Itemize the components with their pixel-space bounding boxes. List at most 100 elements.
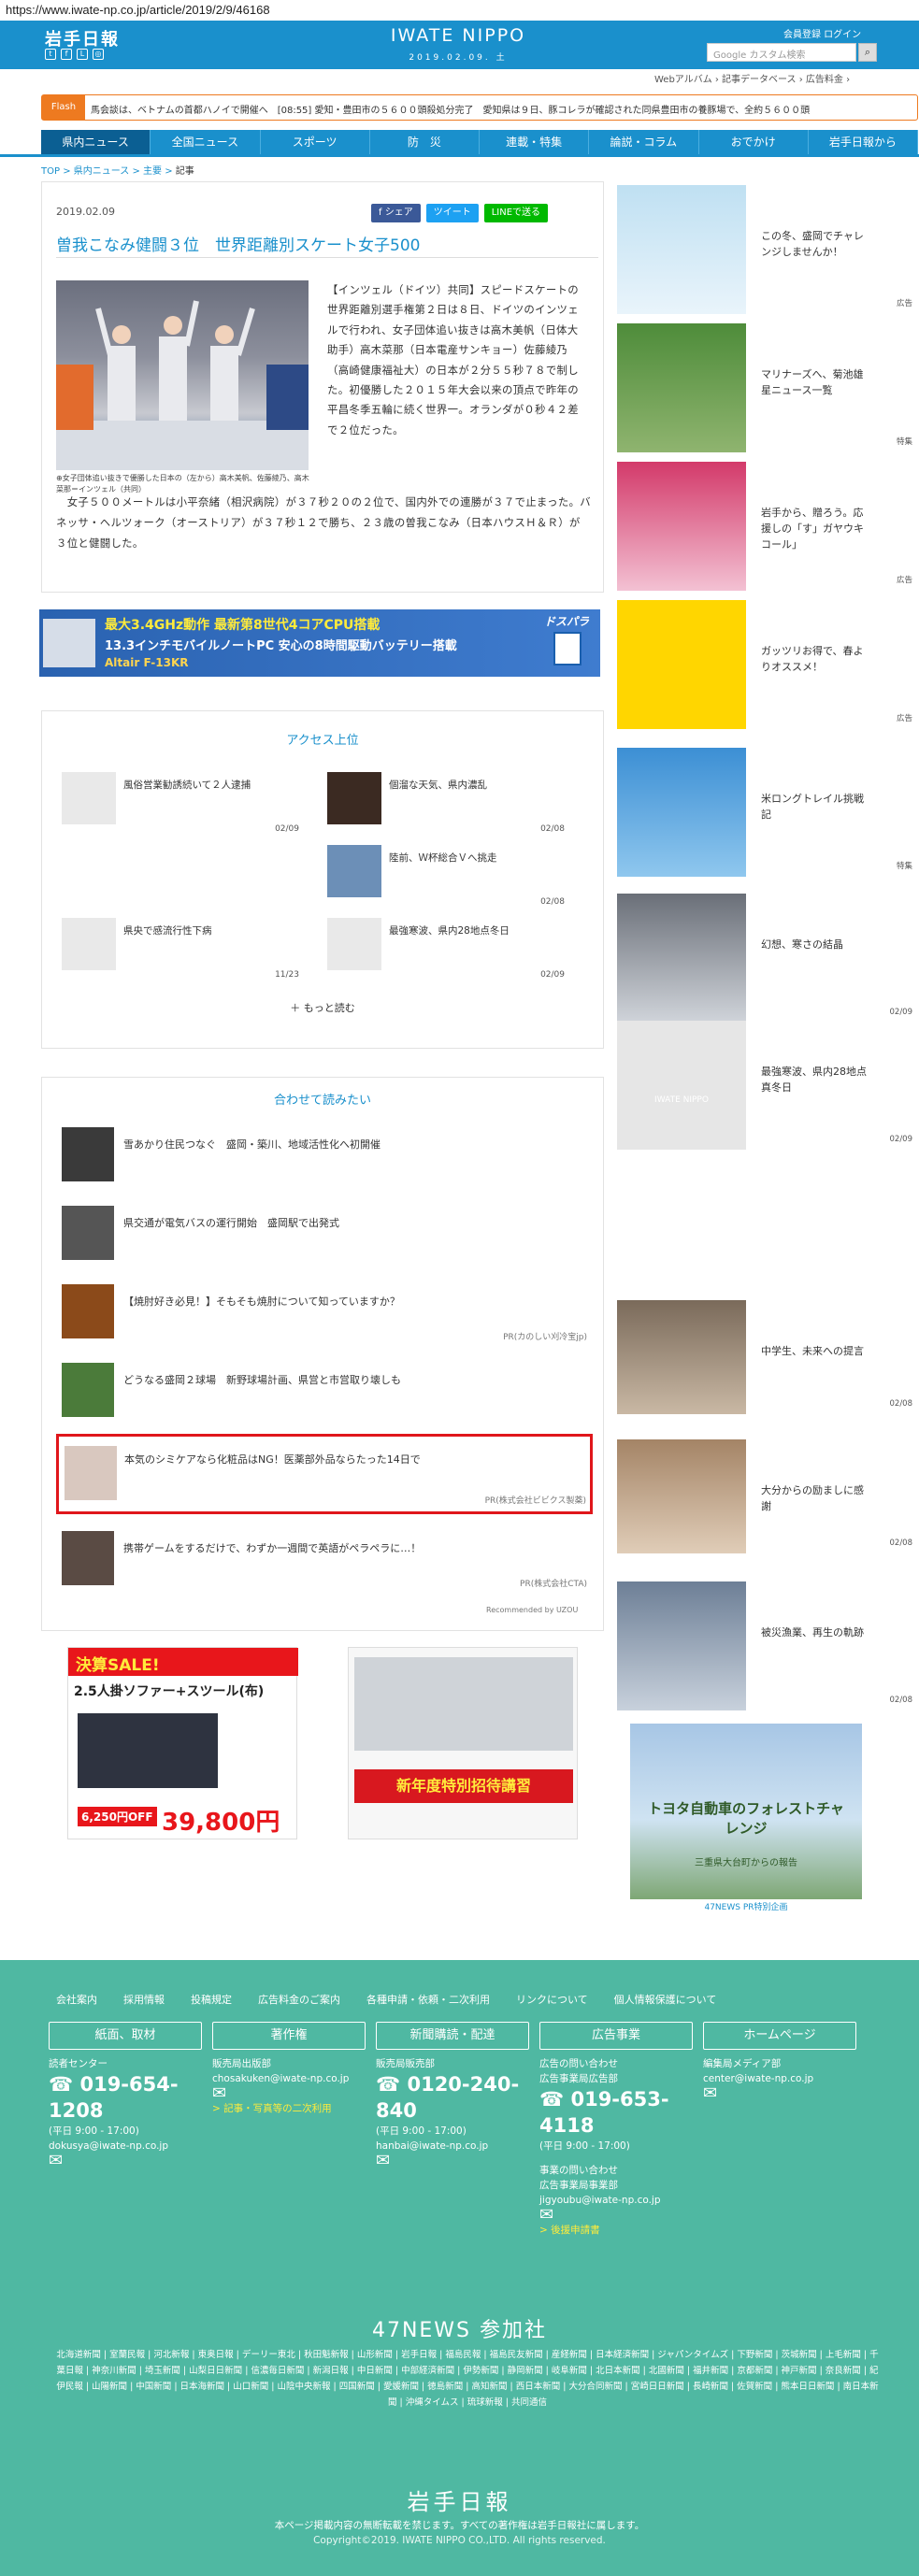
contact-mail[interactable]: jigyoubu@iwate-np.co.jp — [539, 2193, 708, 2208]
related-item-highlighted[interactable]: 本気のシミケアなら化粧品はNG！医薬部外品ならたった14日で PR(株式会社ビビク… — [56, 1434, 593, 1514]
more-link[interactable]: ＋ もっと読む — [41, 1000, 604, 1015]
line-share-button[interactable]: LINEで送る — [483, 204, 549, 222]
nav-item[interactable]: 連載・特集 — [480, 130, 590, 154]
sofa-ad[interactable]: 決算SALE! 2.5人掛ソファー+スツール(布) 6,250円OFF 39,8… — [67, 1647, 298, 1839]
sidebar-item[interactable]: 中学生、未来への提言 02/08 — [617, 1300, 918, 1414]
footer-link[interactable]: 投稿規定 — [191, 1992, 232, 2007]
member-links[interactable]: 会員登録 ログイン — [783, 26, 861, 40]
forest-title: トヨタ自動車のフォレストチャレンジ — [648, 1800, 844, 1837]
phone-number[interactable]: ☎ 0120-240-840 — [376, 2071, 544, 2124]
facebook-icon[interactable]: f — [61, 49, 72, 60]
footer-link[interactable]: リンクについて — [516, 1992, 588, 2007]
contact-mail[interactable]: center@iwate-np.co.jp — [703, 2071, 871, 2086]
contact-mail[interactable]: chosakuken@iwate-np.co.jp — [212, 2071, 381, 2086]
contact-mail[interactable]: dokusya@iwate-np.co.jp — [49, 2139, 217, 2154]
site-logo[interactable]: 岩手日報 — [45, 26, 120, 50]
sidebar-item[interactable]: 米ロングトレイル挑戦記 特集 — [617, 748, 918, 877]
contact-media: 編集局メディア部 center@iwate-np.co.jp ✉ — [703, 2056, 871, 2102]
phone-number[interactable]: ☎ 019-654-1208 — [49, 2071, 217, 2124]
contact-label: 販売局出版部 — [212, 2058, 271, 2069]
sidebar-item[interactable]: 幻想、寒さの結晶 02/09 — [617, 894, 918, 1023]
ranking-item[interactable]: 風俗営業勧誘続いて２人逮捕 02/09 — [62, 772, 303, 837]
sidebar-image — [617, 1439, 746, 1553]
mail-icon[interactable]: ✉ — [539, 2207, 708, 2224]
mail-icon[interactable]: ✉ — [212, 2085, 381, 2102]
related-thumb — [62, 1206, 114, 1260]
related-item[interactable]: 【焼肘好き必見！】そもそも焼肘について知っていますか？ PR(カのしい刈冷宝jp) — [62, 1281, 591, 1348]
facebook-share-button[interactable]: f シェア — [371, 204, 421, 222]
sidebar-item[interactable]: 被災漁業、再生の軌跡 02/08 — [617, 1581, 918, 1710]
footer-section-button[interactable]: 新聞購読・配達 — [376, 2022, 529, 2050]
nav-item[interactable]: 論説・コラム — [589, 130, 699, 154]
nav-item[interactable]: 全国ニュース — [151, 130, 261, 154]
mail-icon[interactable]: ✉ — [49, 2153, 217, 2169]
sidebar-item[interactable]: 大分からの励ましに感謝 02/08 — [617, 1439, 918, 1553]
sale-label: 決算SALE! — [68, 1648, 298, 1676]
related-item[interactable]: 雪あかり住民つなぐ 盛岡・築川、地域活性化へ初開催 — [62, 1123, 591, 1191]
instagram-icon[interactable]: ◎ — [93, 49, 104, 60]
sofa-label: 2.5人掛ソファー+スツール(布) — [74, 1684, 265, 1699]
flash-ticker: Flash 馬会談は、ベトナムの首都ハノイで開催へ [08:55] 愛知・豊田市… — [41, 94, 918, 121]
footer-section-button[interactable]: 広告事業 — [539, 2022, 693, 2050]
footer-link[interactable]: 会社案内 — [56, 1992, 97, 2007]
sidebar-item[interactable]: IWATE NIPPO 最強寒波、県内28地点真冬日 02/09 — [617, 1021, 918, 1150]
nav-item[interactable]: 県内ニュース — [41, 130, 151, 154]
footer-section-button[interactable]: ホームページ — [703, 2022, 856, 2050]
ranking-text: 個溜な天気、県内濃乱 — [389, 780, 487, 791]
school-ad[interactable]: 新年度特別招待講習 — [348, 1647, 578, 1839]
sidebar-item[interactable]: 岩手から、贈ろう。応援しの「す」ガヤウキコール」 広告 — [617, 462, 918, 591]
twitter-share-button[interactable]: ツイート — [425, 204, 479, 222]
banner-line-3: Altair F-13KR — [105, 656, 189, 669]
crumb-c2[interactable]: 主要 — [143, 166, 162, 177]
nav-item[interactable]: 岩手日報から — [809, 130, 918, 154]
ranking-item[interactable]: 陸前、Ｗ杯総合Ｖへ挑走 02/08 — [327, 845, 568, 910]
article-photo[interactable] — [56, 280, 309, 470]
member-papers[interactable]: 北海道新聞 | 室蘭民報 | 河北新報 | 東奥日報 | デーリー東北 | 秋田… — [56, 2347, 879, 2411]
crumb-c1[interactable]: 県内ニュース — [74, 166, 130, 177]
sponsor-link[interactable]: > 後援申請書 — [539, 2223, 708, 2238]
ranking-item[interactable]: 県央で感流行性下病 11/23 — [62, 918, 303, 983]
zoom-icon[interactable]: ⊕ — [56, 474, 63, 482]
article-body-2: 女子５００メートルは小平奈緒（相沢病院）が３７秒２０の２位で、国内外での連勝が３… — [56, 495, 591, 550]
brand-logo[interactable]: IWATE NIPPO — [365, 25, 552, 46]
mail-icon[interactable]: ✉ — [703, 2085, 871, 2102]
nav-item[interactable]: 防 災 — [370, 130, 480, 154]
related-title: 合わせて読みたい — [273, 1094, 371, 1108]
footer-link[interactable]: 広告料金のご案内 — [258, 1992, 340, 2007]
related-item[interactable]: 携帯ゲームをするだけで、わずか一週間で英語がペラペラに…！ PR(株式会社CTA) — [62, 1527, 591, 1595]
pc-banner-ad[interactable]: 最大3.4GHz動作 最新第8世代4コアCPU搭載 13.3インチモバイルノート… — [39, 609, 600, 677]
secondary-use-link[interactable]: > 記事・写真等の二次利用 — [212, 2101, 381, 2116]
sub-links[interactable]: Webアルバム › 記事データベース › 広告料金 › — [654, 71, 850, 85]
footer-link[interactable]: 各種申請・依頼・二次利用 — [366, 1992, 490, 2007]
twitter-icon[interactable]: t — [45, 49, 56, 60]
footer-link[interactable]: 個人情報保護について — [614, 1992, 717, 2007]
footer-logo[interactable]: 岩手日報 — [0, 2483, 919, 2516]
contact-hours: (平日 9:00 - 17:00) — [49, 2125, 139, 2137]
url-bar[interactable]: https://www.iwate-np.co.jp/article/2019/… — [0, 0, 919, 21]
sidebar-text: 米ロングトレイル挑戦記 — [761, 793, 864, 821]
mail-icon[interactable]: ✉ — [376, 2153, 544, 2169]
contact-mail[interactable]: hanbai@iwate-np.co.jp — [376, 2139, 544, 2154]
nav-item[interactable]: おでかけ — [699, 130, 809, 154]
forest-ad[interactable]: トヨタ自動車のフォレストチャレンジ 三重県大台町からの報告 47NEWS PR特… — [630, 1724, 862, 1916]
placeholder-thumb — [62, 918, 116, 970]
search-button[interactable]: ⌕ — [858, 43, 877, 62]
related-item[interactable]: どうなる盛岡２球場 新野球場計画、県営と市営取り壊しも — [62, 1359, 591, 1426]
title-divider — [56, 257, 598, 258]
phone-number[interactable]: ☎ 019-653-4118 — [539, 2086, 708, 2139]
nav-item[interactable]: スポーツ — [261, 130, 370, 154]
related-item[interactable]: 県交通が電気バスの運行開始 盛岡駅で出発式 — [62, 1202, 591, 1269]
ranking-item[interactable]: 個溜な天気、県内濃乱 02/08 — [327, 772, 568, 837]
footer-link[interactable]: 採用情報 — [123, 1992, 165, 2007]
crumb-top[interactable]: TOP — [41, 166, 60, 177]
line-icon[interactable]: L — [77, 49, 88, 60]
ranking-item[interactable]: 最強寒波、県内28地点冬日 02/09 — [327, 918, 568, 983]
footer-section-button[interactable]: 紙面、取材 — [49, 2022, 202, 2050]
search-input[interactable]: Google カスタム検索 — [707, 43, 856, 62]
recommended-by[interactable]: Recommended by UZOU — [486, 1606, 578, 1614]
sidebar-item[interactable]: ガッツリお得で、春よりオススメ！ 広告 — [617, 600, 918, 729]
flash-text[interactable]: 馬会談は、ベトナムの首都ハノイで開催へ [08:55] 愛知・豊田市の５６００頭… — [91, 102, 913, 116]
sidebar-item[interactable]: この冬、盛岡でチャレンジしませんか！ 広告 — [617, 185, 918, 314]
sidebar-item[interactable]: マリナーズへ、菊池雄星ニュース一覧 特集 — [617, 323, 918, 452]
footer-section-button[interactable]: 著作権 — [212, 2022, 366, 2050]
